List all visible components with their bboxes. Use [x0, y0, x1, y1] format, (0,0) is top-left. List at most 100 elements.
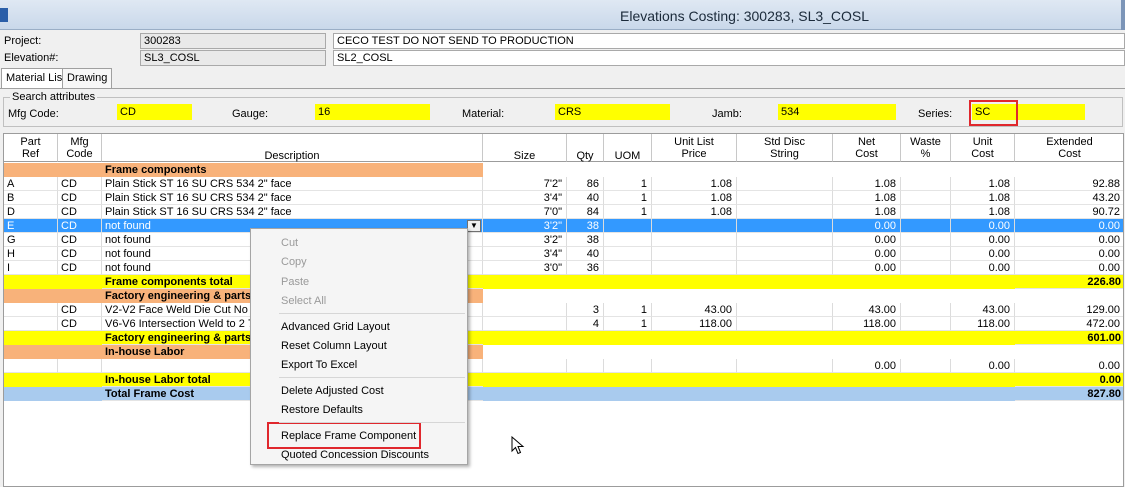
- jamb-field[interactable]: 534: [778, 104, 896, 120]
- table-row[interactable]: CD V2-V2 Face Weld Die Cut No Tabs 3 1 43.00…: [4, 303, 1123, 317]
- cell-size[interactable]: [483, 317, 567, 331]
- cell-unit-list-price[interactable]: [652, 359, 737, 373]
- cell-mfg-code[interactable]: CD: [58, 261, 102, 275]
- table-row[interactable]: Frame components: [4, 163, 1123, 177]
- cell-size[interactable]: 3'4": [483, 247, 567, 261]
- cell-size[interactable]: 7'2": [483, 177, 567, 191]
- cell-unit-cost[interactable]: 0.00: [951, 261, 1015, 275]
- elevation-id-field[interactable]: SL3_COSL: [140, 50, 326, 66]
- column-header-net-cost[interactable]: Net Cost: [833, 134, 901, 162]
- cell-unit-list-price[interactable]: [652, 219, 737, 233]
- cell-unit-list-price[interactable]: 1.08: [652, 177, 737, 191]
- table-row[interactable]: CD V6-V6 Intersection Weld to 2 7/8" 4 1 118…: [4, 317, 1123, 331]
- cell-std-disc-string[interactable]: [737, 219, 833, 233]
- table-row[interactable]: Total Frame Cost 827.80: [4, 387, 1123, 401]
- column-header-mfg-code[interactable]: Mfg Code: [58, 134, 102, 162]
- cell-unit-cost[interactable]: 118.00: [951, 317, 1015, 331]
- cell-std-disc-string[interactable]: [737, 177, 833, 191]
- menu-item-export-to-excel[interactable]: Export To Excel: [281, 356, 357, 374]
- cell-uom[interactable]: [604, 219, 652, 233]
- cell-description[interactable]: Plain Stick ST 16 SU CRS 534 2" face: [102, 177, 483, 191]
- gauge-field[interactable]: 16: [315, 104, 430, 120]
- table-row[interactable]: G CD not found 3'2" 38 0.00 0.00 0.00: [4, 233, 1123, 247]
- cell-qty[interactable]: 38: [567, 219, 604, 233]
- cell-size[interactable]: [483, 303, 567, 317]
- material-field[interactable]: CRS: [555, 104, 670, 120]
- cell-unit-list-price[interactable]: 118.00: [652, 317, 737, 331]
- cell-description[interactable]: Plain Stick ST 16 SU CRS 534 2" face: [102, 191, 483, 205]
- cell-waste-pct[interactable]: [901, 219, 951, 233]
- cell-net-cost[interactable]: 0.00: [833, 247, 901, 261]
- cell-mfg-code[interactable]: CD: [58, 303, 102, 317]
- table-row[interactable]: A CD Plain Stick ST 16 SU CRS 534 2" face 7…: [4, 177, 1123, 191]
- chevron-down-icon[interactable]: ▼: [467, 220, 481, 232]
- cell-std-disc-string[interactable]: [737, 247, 833, 261]
- cell-waste-pct[interactable]: [901, 303, 951, 317]
- cell-std-disc-string[interactable]: [737, 359, 833, 373]
- menu-item-advanced-grid-layout[interactable]: Advanced Grid Layout: [281, 318, 390, 336]
- column-header-unit-cost[interactable]: Unit Cost: [951, 134, 1015, 162]
- cell-std-disc-string[interactable]: [737, 233, 833, 247]
- cell-size[interactable]: [483, 359, 567, 373]
- cell-extended-cost[interactable]: 0.00: [1015, 247, 1123, 261]
- column-header-uom[interactable]: UOM: [604, 134, 652, 162]
- cell-unit-cost[interactable]: 1.08: [951, 177, 1015, 191]
- cell-unit-list-price[interactable]: [652, 261, 737, 275]
- cell-part-ref[interactable]: E: [4, 219, 58, 233]
- cell-qty[interactable]: 36: [567, 261, 604, 275]
- cell-extended-cost[interactable]: 0.00: [1015, 233, 1123, 247]
- cell-std-disc-string[interactable]: [737, 317, 833, 331]
- cell-unit-cost[interactable]: 0.00: [951, 359, 1015, 373]
- cell-unit-list-price[interactable]: [652, 247, 737, 261]
- cell-size[interactable]: 7'0": [483, 205, 567, 219]
- column-header-extended-cost[interactable]: Extended Cost: [1015, 134, 1123, 162]
- cell-net-cost[interactable]: 0.00: [833, 219, 901, 233]
- cell-extended-cost[interactable]: 90.72: [1015, 205, 1123, 219]
- menu-item-delete-adjusted-cost[interactable]: Delete Adjusted Cost: [281, 382, 384, 400]
- cell-uom[interactable]: 1: [604, 205, 652, 219]
- cell-extended-cost[interactable]: 472.00: [1015, 317, 1123, 331]
- cell-uom[interactable]: [604, 359, 652, 373]
- cell-unit-cost[interactable]: 1.08: [951, 205, 1015, 219]
- cell-part-ref[interactable]: I: [4, 261, 58, 275]
- cell-unit-cost[interactable]: 43.00: [951, 303, 1015, 317]
- cell-unit-list-price[interactable]: 1.08: [652, 191, 737, 205]
- cell-part-ref[interactable]: H: [4, 247, 58, 261]
- cell-qty[interactable]: 84: [567, 205, 604, 219]
- cell-mfg-code[interactable]: CD: [58, 177, 102, 191]
- cell-unit-cost[interactable]: 0.00: [951, 233, 1015, 247]
- cell-net-cost[interactable]: 0.00: [833, 359, 901, 373]
- cell-part-ref[interactable]: G: [4, 233, 58, 247]
- tab-drawing[interactable]: Drawing: [62, 68, 113, 88]
- cell-part-ref[interactable]: B: [4, 191, 58, 205]
- material-grid[interactable]: Part Ref Mfg Code Description Size Qty UOM Unit …: [3, 133, 1124, 487]
- table-row[interactable]: E CD not found 3'2" 38 0.00 0.00 0.00 ▼: [4, 219, 1123, 233]
- cell-unit-list-price[interactable]: 43.00: [652, 303, 737, 317]
- cell-unit-cost[interactable]: 1.08: [951, 191, 1015, 205]
- cell-net-cost[interactable]: 1.08: [833, 177, 901, 191]
- cell-uom[interactable]: [604, 233, 652, 247]
- cell-std-disc-string[interactable]: [737, 205, 833, 219]
- cell-waste-pct[interactable]: [901, 205, 951, 219]
- cell-qty[interactable]: 3: [567, 303, 604, 317]
- cell-size[interactable]: 3'4": [483, 191, 567, 205]
- column-header-qty[interactable]: Qty: [567, 134, 604, 162]
- cell-qty[interactable]: 4: [567, 317, 604, 331]
- column-header-std-disc-string[interactable]: Std Disc String: [737, 134, 833, 162]
- cell-qty[interactable]: 40: [567, 247, 604, 261]
- cell-mfg-code[interactable]: CD: [58, 205, 102, 219]
- cell-qty[interactable]: 38: [567, 233, 604, 247]
- cell-extended-cost[interactable]: 43.20: [1015, 191, 1123, 205]
- table-row[interactable]: B CD Plain Stick ST 16 SU CRS 534 2" face 3…: [4, 191, 1123, 205]
- cell-unit-list-price[interactable]: 1.08: [652, 205, 737, 219]
- cell-uom[interactable]: 1: [604, 191, 652, 205]
- table-row[interactable]: Frame components total 226.80: [4, 275, 1123, 289]
- cell-uom[interactable]: [604, 247, 652, 261]
- cell-mfg-code[interactable]: CD: [58, 219, 102, 233]
- cell-net-cost[interactable]: 43.00: [833, 303, 901, 317]
- cell-waste-pct[interactable]: [901, 233, 951, 247]
- cell-extended-cost[interactable]: 0.00: [1015, 359, 1123, 373]
- column-header-waste-pct[interactable]: Waste%: [901, 134, 951, 162]
- cell-extended-cost[interactable]: 92.88: [1015, 177, 1123, 191]
- cell-waste-pct[interactable]: [901, 247, 951, 261]
